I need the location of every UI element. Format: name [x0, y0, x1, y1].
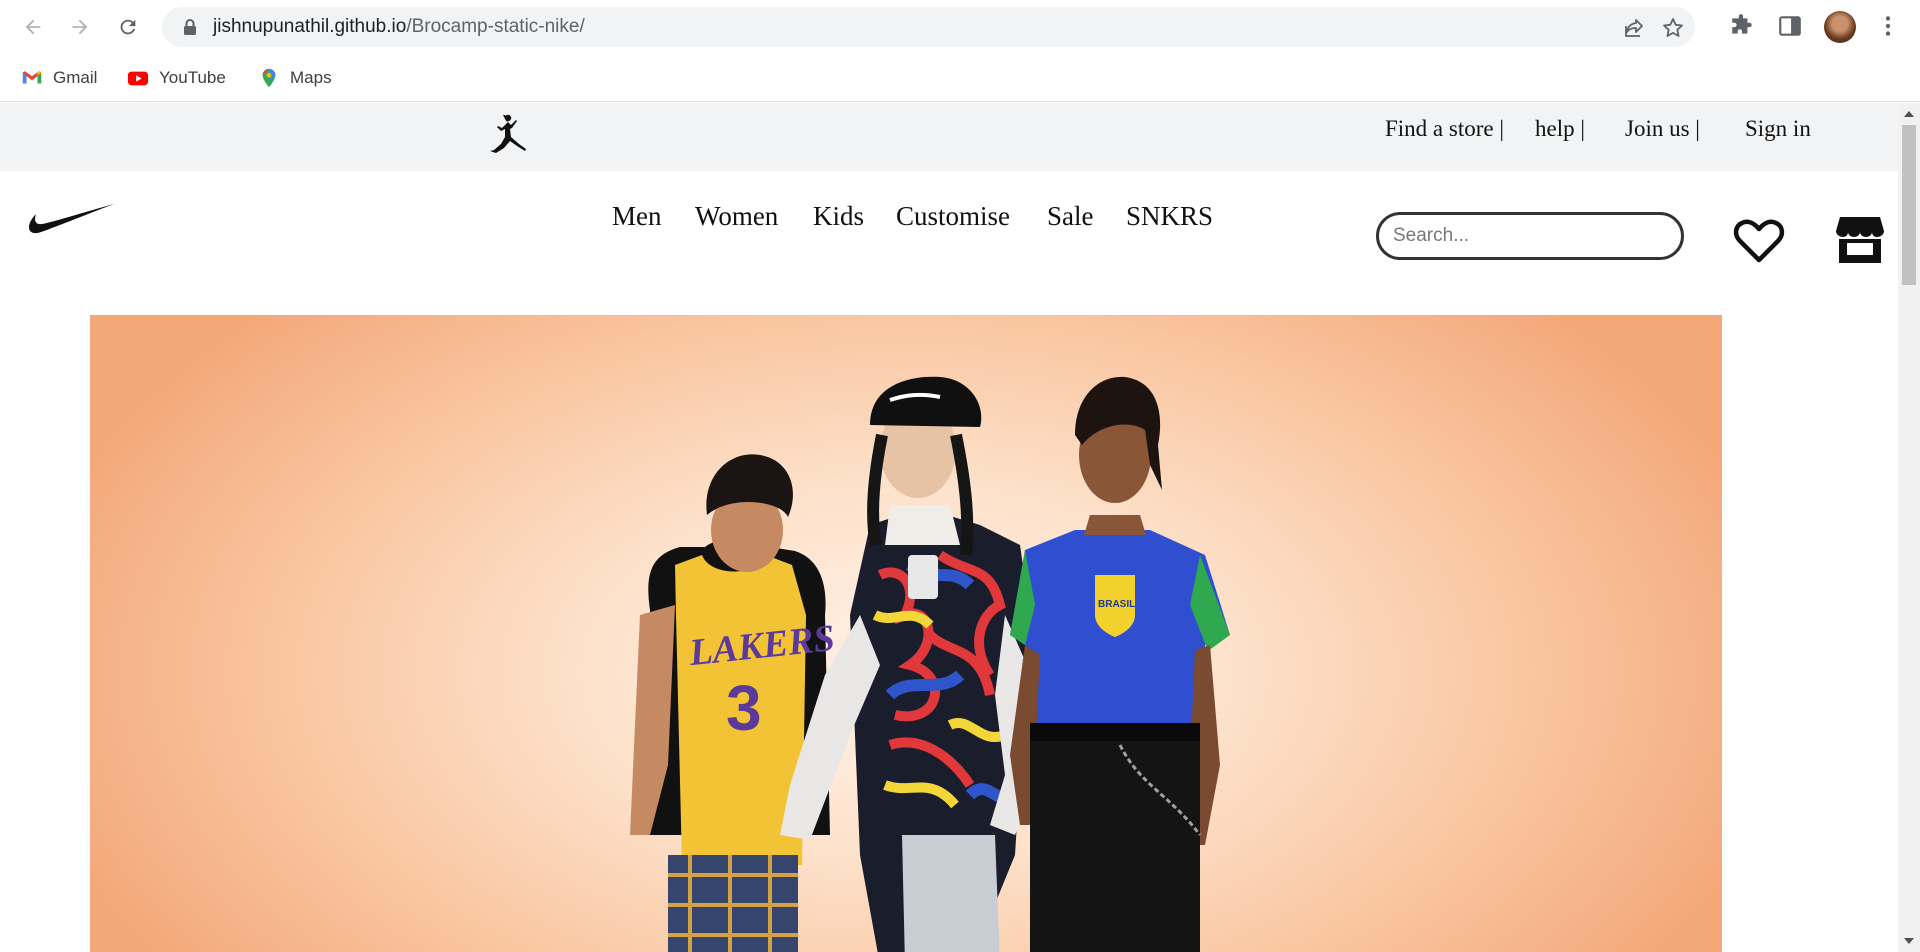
help-link[interactable]: help | — [1535, 116, 1585, 142]
scroll-thumb[interactable] — [1902, 125, 1916, 285]
back-button[interactable] — [18, 12, 48, 42]
nav-snkrs[interactable]: SNKRS — [1126, 201, 1213, 232]
side-panel-icon[interactable] — [1777, 13, 1803, 39]
menu-dots-icon[interactable] — [1875, 13, 1901, 39]
nav-sale[interactable]: Sale — [1047, 201, 1094, 232]
nike-swoosh-icon[interactable] — [28, 201, 116, 237]
find-a-store-link[interactable]: Find a store | — [1385, 116, 1504, 142]
share-icon[interactable] — [1622, 16, 1646, 40]
heart-icon[interactable] — [1733, 218, 1785, 264]
nav-customise[interactable]: Customise — [896, 201, 1010, 232]
hero-image: LAKERS 3 BRASIL — [630, 376, 1230, 952]
nav-women[interactable]: Women — [695, 201, 778, 232]
sign-in-link[interactable]: Sign in — [1745, 116, 1811, 142]
store-icon[interactable] — [1834, 215, 1886, 265]
bookmark-label: Gmail — [53, 68, 98, 87]
search-input[interactable] — [1376, 212, 1684, 260]
url-path: /Brocamp-static-nike/ — [406, 16, 585, 37]
join-us-link[interactable]: Join us | — [1625, 116, 1700, 142]
gmail-icon — [22, 71, 42, 84]
address-bar[interactable]: jishnupunathil.github.io/Brocamp-static-… — [162, 7, 1695, 47]
bookmark-label: Maps — [290, 68, 332, 87]
maps-icon — [262, 68, 276, 88]
bookmarks-bar: Gmail YouTube Maps — [0, 54, 1920, 102]
bookmark-gmail[interactable]: Gmail — [21, 64, 97, 92]
page-scrollbar[interactable] — [1898, 103, 1920, 952]
jordan-jumpman-icon[interactable] — [486, 113, 532, 159]
model-left: LAKERS 3 — [630, 454, 837, 952]
bookmark-label: YouTube — [159, 68, 226, 87]
jersey-brasil-text: BRASIL — [1098, 599, 1135, 610]
youtube-icon — [127, 71, 149, 86]
back-arrow-icon — [25, 19, 41, 35]
lock-icon — [184, 19, 196, 35]
nav-kids[interactable]: Kids — [813, 201, 864, 232]
nav-men[interactable]: Men — [612, 201, 662, 232]
reload-button[interactable] — [113, 12, 143, 42]
reload-icon — [120, 19, 136, 35]
profile-avatar[interactable] — [1824, 11, 1856, 43]
jersey-number-left: 3 — [726, 672, 762, 744]
url-text: jishnupunathil.github.io/Brocamp-static-… — [213, 16, 585, 38]
forward-arrow-icon — [72, 19, 88, 35]
utility-bar: Find a store | help | Join us | Sign in — [0, 103, 1898, 171]
page-viewport: Find a store | help | Join us | Sign in … — [0, 103, 1898, 952]
model-right: BRASIL — [1010, 376, 1230, 952]
scroll-down-arrow-icon[interactable] — [1904, 938, 1914, 944]
forward-button[interactable] — [65, 12, 95, 42]
browser-toolbar: jishnupunathil.github.io/Brocamp-static-… — [0, 0, 1920, 54]
scroll-up-arrow-icon[interactable] — [1904, 111, 1914, 117]
bookmark-maps[interactable]: Maps — [258, 64, 332, 92]
bookmark-youtube[interactable]: YouTube — [127, 64, 226, 92]
main-navbar: Men Women Kids Customise Sale SNKRS — [0, 171, 1898, 301]
url-host: jishnupunathil.github.io — [213, 16, 407, 37]
bookmark-star-icon[interactable] — [1661, 16, 1685, 40]
extensions-icon[interactable] — [1729, 13, 1755, 39]
hero-banner[interactable]: LAKERS 3 BRASIL — [90, 315, 1722, 952]
